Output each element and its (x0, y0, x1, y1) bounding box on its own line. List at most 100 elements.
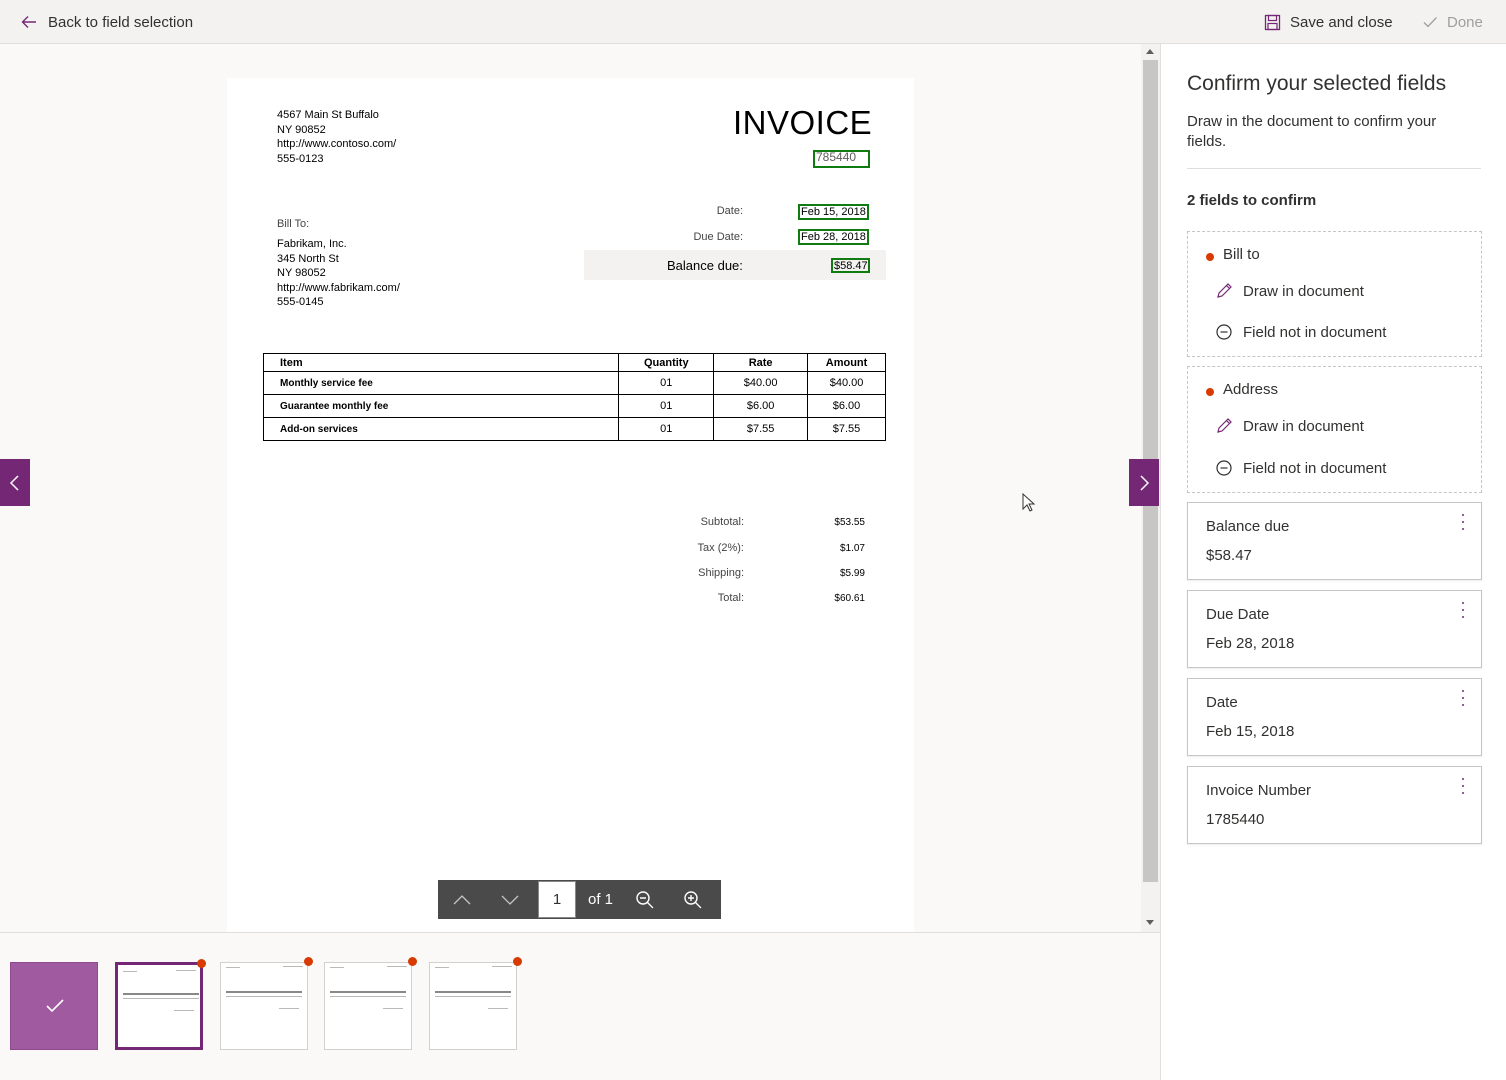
field-not-in-document-button[interactable]: Field not in document (1215, 459, 1386, 477)
missing-label: Field not in document (1243, 323, 1387, 341)
scroll-down-arrow-icon[interactable] (1146, 920, 1154, 925)
top-bar: Back to field selection Save and close D… (0, 0, 1506, 44)
field-not-in-document-button[interactable]: Field not in document (1215, 323, 1386, 341)
field-value: Feb 15, 2018 (1206, 723, 1295, 740)
chevron-up-icon (453, 894, 471, 904)
thumbnail-line (174, 1010, 194, 1011)
draw-label: Draw in document (1243, 417, 1364, 435)
confirmed-field-card-date[interactable]: Date Feb 15, 2018 (1187, 678, 1482, 756)
field-value: 1785440 (1206, 811, 1265, 828)
mouse-cursor-icon (1022, 493, 1036, 512)
zoom-in-button[interactable] (669, 880, 717, 919)
bill-to-line: NY 98052 (277, 267, 326, 280)
table-cell: 01 (618, 371, 715, 395)
zoom-out-button[interactable] (621, 880, 669, 919)
confirmed-field-card-due-date[interactable]: Due Date Feb 28, 2018 (1187, 590, 1482, 668)
table-row: Add-on services 01 $7.55 $7.55 (262, 417, 886, 441)
next-document-button[interactable] (1129, 459, 1159, 506)
save-and-close-button[interactable]: Save and close (1264, 11, 1393, 33)
unconfirmed-dot (513, 957, 522, 966)
table-cell: $7.55 (713, 417, 809, 441)
table-cell: $7.55 (807, 417, 886, 441)
confirmed-field-card-invoice-number[interactable]: Invoice Number 1785440 (1187, 766, 1482, 844)
pencil-icon (1217, 418, 1232, 433)
table-cell: 01 (618, 394, 715, 418)
thumbnail-line (176, 970, 196, 971)
invoice-number-field-box[interactable]: 785440 (813, 150, 870, 168)
table-header-row: Item Quantity Rate Amount (262, 353, 886, 372)
divider (1187, 168, 1481, 169)
draw-label: Draw in document (1243, 282, 1364, 300)
field-value: Feb 28, 2018 (1206, 635, 1295, 652)
total-value: $60.61 (834, 593, 865, 604)
zoom-in-icon (684, 890, 702, 908)
save-label: Save and close (1290, 13, 1393, 31)
chevron-right-icon (1140, 474, 1150, 491)
table-cell: $6.00 (713, 394, 809, 418)
table-cell: Guarantee monthly fee (262, 394, 620, 418)
scroll-up-arrow-icon[interactable] (1146, 49, 1154, 54)
thumbnail-line (435, 967, 449, 968)
due-date-field-box[interactable]: Feb 28, 2018 (798, 229, 869, 245)
bill-to-line: Fabrikam, Inc. (277, 238, 347, 250)
back-to-field-selection-button[interactable]: Back to field selection (20, 11, 193, 33)
field-name: Address (1223, 381, 1279, 398)
thumbnail-line (226, 991, 302, 993)
draw-in-document-button[interactable]: Draw in document (1215, 417, 1364, 435)
minus-circle-icon (1216, 324, 1232, 340)
page-count-label: of 1 (588, 891, 614, 908)
subtotal-value: $53.55 (834, 517, 865, 528)
panel-title: Confirm your selected fields (1187, 72, 1447, 95)
bill-to-block: Fabrikam, Inc. 345 North St NY 98052 htt… (277, 237, 400, 310)
draw-in-document-button[interactable]: Draw in document (1215, 282, 1364, 300)
subtotal-label: Subtotal: (700, 516, 744, 528)
more-vertical-icon[interactable] (1457, 688, 1469, 708)
required-dot-icon (1206, 388, 1214, 396)
page-number-input[interactable]: 1 (538, 881, 576, 918)
thumbnail-line (387, 966, 407, 967)
confirmed-field-card-balance-due[interactable]: Balance due $58.47 (1187, 502, 1482, 580)
table-cell: $6.00 (807, 394, 886, 418)
table-cell: Monthly service fee (262, 371, 620, 395)
thumbnail-line (330, 967, 344, 968)
due-date-label: Due Date: (693, 231, 743, 243)
field-name: Bill to (1223, 246, 1260, 263)
back-label: Back to field selection (48, 13, 194, 31)
thumbnail-line (330, 991, 406, 993)
thumbnail-line (283, 966, 303, 967)
zoom-out-icon (636, 890, 654, 908)
table-row: Guarantee monthly fee 01 $6.00 $6.00 (262, 394, 886, 418)
address-line: 4567 Main St Buffalo (277, 109, 379, 121)
document-thumbnail[interactable] (429, 957, 522, 1050)
more-vertical-icon[interactable] (1457, 512, 1469, 532)
next-page-button[interactable] (486, 880, 534, 919)
previous-page-button[interactable] (438, 880, 486, 919)
arrow-left-icon (21, 16, 36, 28)
table-row: Monthly service fee 01 $40.00 $40.00 (262, 371, 886, 395)
unconfirmed-dot (197, 959, 206, 968)
more-vertical-icon[interactable] (1457, 600, 1469, 620)
invoice-title: INVOICE (733, 104, 873, 141)
table-header: Quantity (618, 353, 715, 372)
date-field-box[interactable]: Feb 15, 2018 (798, 204, 869, 220)
page-toolbar: 1 of 1 (438, 880, 721, 919)
bill-to-line: 345 North St (277, 252, 339, 265)
document-thumbnail[interactable] (220, 957, 313, 1050)
invoice-page[interactable]: 4567 Main St Buffalo NY 90852 http://www… (227, 78, 914, 932)
balance-due-field-box[interactable]: $58.47 (831, 258, 870, 273)
confirm-fields-panel: Confirm your selected fields Draw in the… (1160, 44, 1506, 1080)
document-thumbnail-confirmed[interactable] (10, 962, 98, 1050)
balance-due-label: Balance due: (667, 258, 743, 273)
total-label: Total: (717, 592, 744, 604)
document-thumbnail[interactable] (324, 957, 417, 1050)
chevron-left-icon (9, 474, 19, 491)
previous-document-button[interactable] (0, 459, 30, 506)
thumbnail-line (488, 1008, 508, 1009)
panel-subtitle: Draw in the document to confirm your fie… (1187, 113, 1437, 150)
thumbnail-line (435, 991, 511, 993)
document-thumbnail-selected[interactable] (115, 959, 206, 1050)
shipping-label: Shipping: (698, 567, 744, 579)
more-vertical-icon[interactable] (1457, 776, 1469, 796)
thumbnail-line (383, 1008, 403, 1009)
done-button[interactable]: Done (1422, 11, 1483, 33)
